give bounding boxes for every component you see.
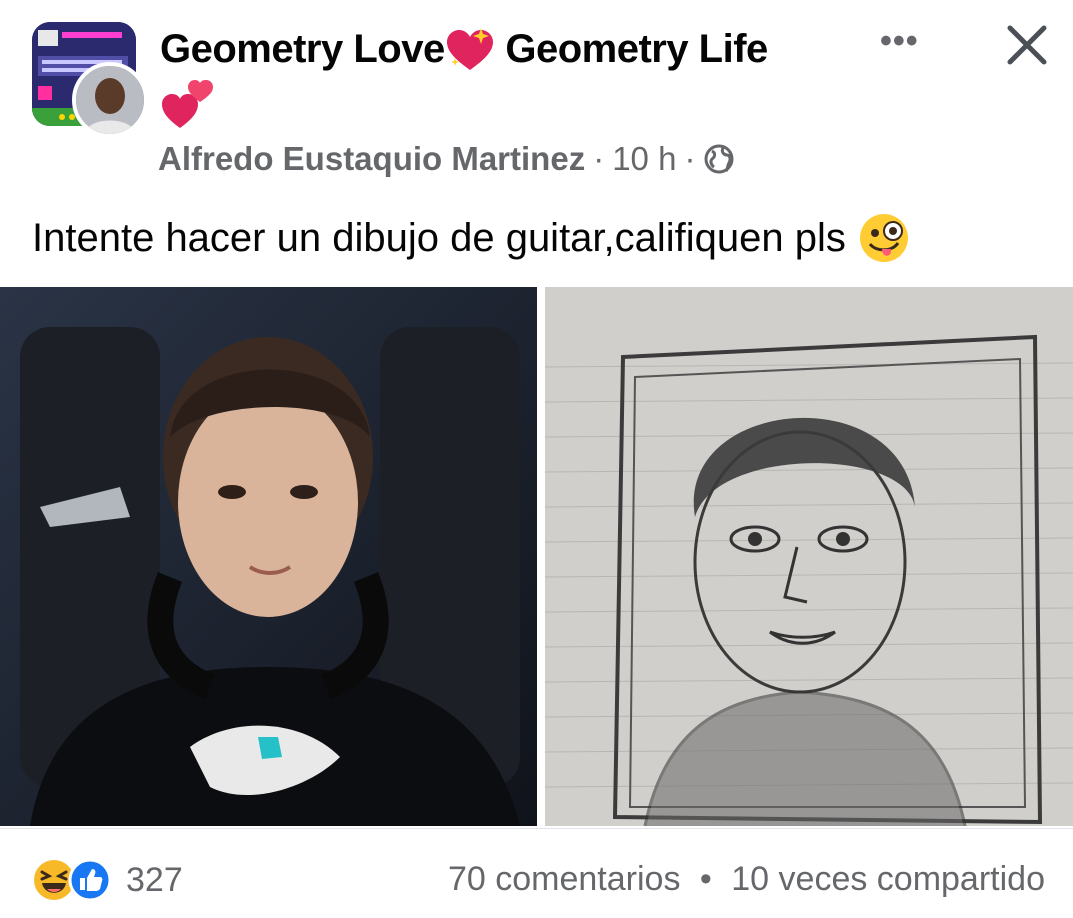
like-reaction-icon [68, 858, 112, 902]
globe-icon [704, 144, 734, 174]
post-header: Geometry Love Geometry Life ••• Alfredo … [0, 0, 1073, 262]
pencil-drawing-portrait [545, 287, 1073, 826]
author-avatar-image [76, 66, 144, 134]
two-hearts-icon [162, 80, 213, 129]
photo-of-young-man-with-headphones [0, 287, 537, 826]
post-time[interactable]: 10 h [612, 140, 676, 178]
more-options-button[interactable]: ••• [880, 24, 928, 60]
group-name[interactable]: Geometry Love Geometry Life [160, 26, 860, 130]
photo-right[interactable] [545, 287, 1073, 826]
comments-count[interactable]: 70 comentarios [448, 860, 680, 898]
post-text-content: Intente hacer un dibujo de guitar,califi… [32, 215, 846, 260]
stats-separator: • [699, 860, 712, 898]
more-icon: ••• [880, 22, 919, 60]
close-icon [1007, 25, 1047, 65]
reaction-count: 327 [126, 860, 183, 899]
author-name[interactable]: Alfredo Eustaquio Martinez [158, 140, 585, 178]
reactions-summary[interactable]: 327 [32, 858, 183, 902]
photo-left[interactable] [0, 287, 537, 826]
engagement-stats: 70 comentarios • 10 veces compartido [448, 860, 1045, 899]
close-button[interactable] [1000, 18, 1054, 72]
post-text: Intente hacer un dibujo de guitar,califi… [32, 212, 910, 264]
group-name-part2: Geometry Life [494, 27, 768, 71]
group-name-part1: Geometry Love [160, 27, 445, 71]
divider [0, 828, 1073, 829]
zany-face-emoji [859, 214, 908, 262]
meta-separator: · [593, 140, 605, 177]
post-meta: Alfredo Eustaquio Martinez · 10 h · [158, 140, 735, 178]
sparkling-heart-icon [446, 28, 493, 71]
meta-separator: · [684, 140, 696, 177]
author-avatar[interactable] [72, 62, 148, 138]
shares-count[interactable]: 10 veces compartido [731, 860, 1045, 898]
